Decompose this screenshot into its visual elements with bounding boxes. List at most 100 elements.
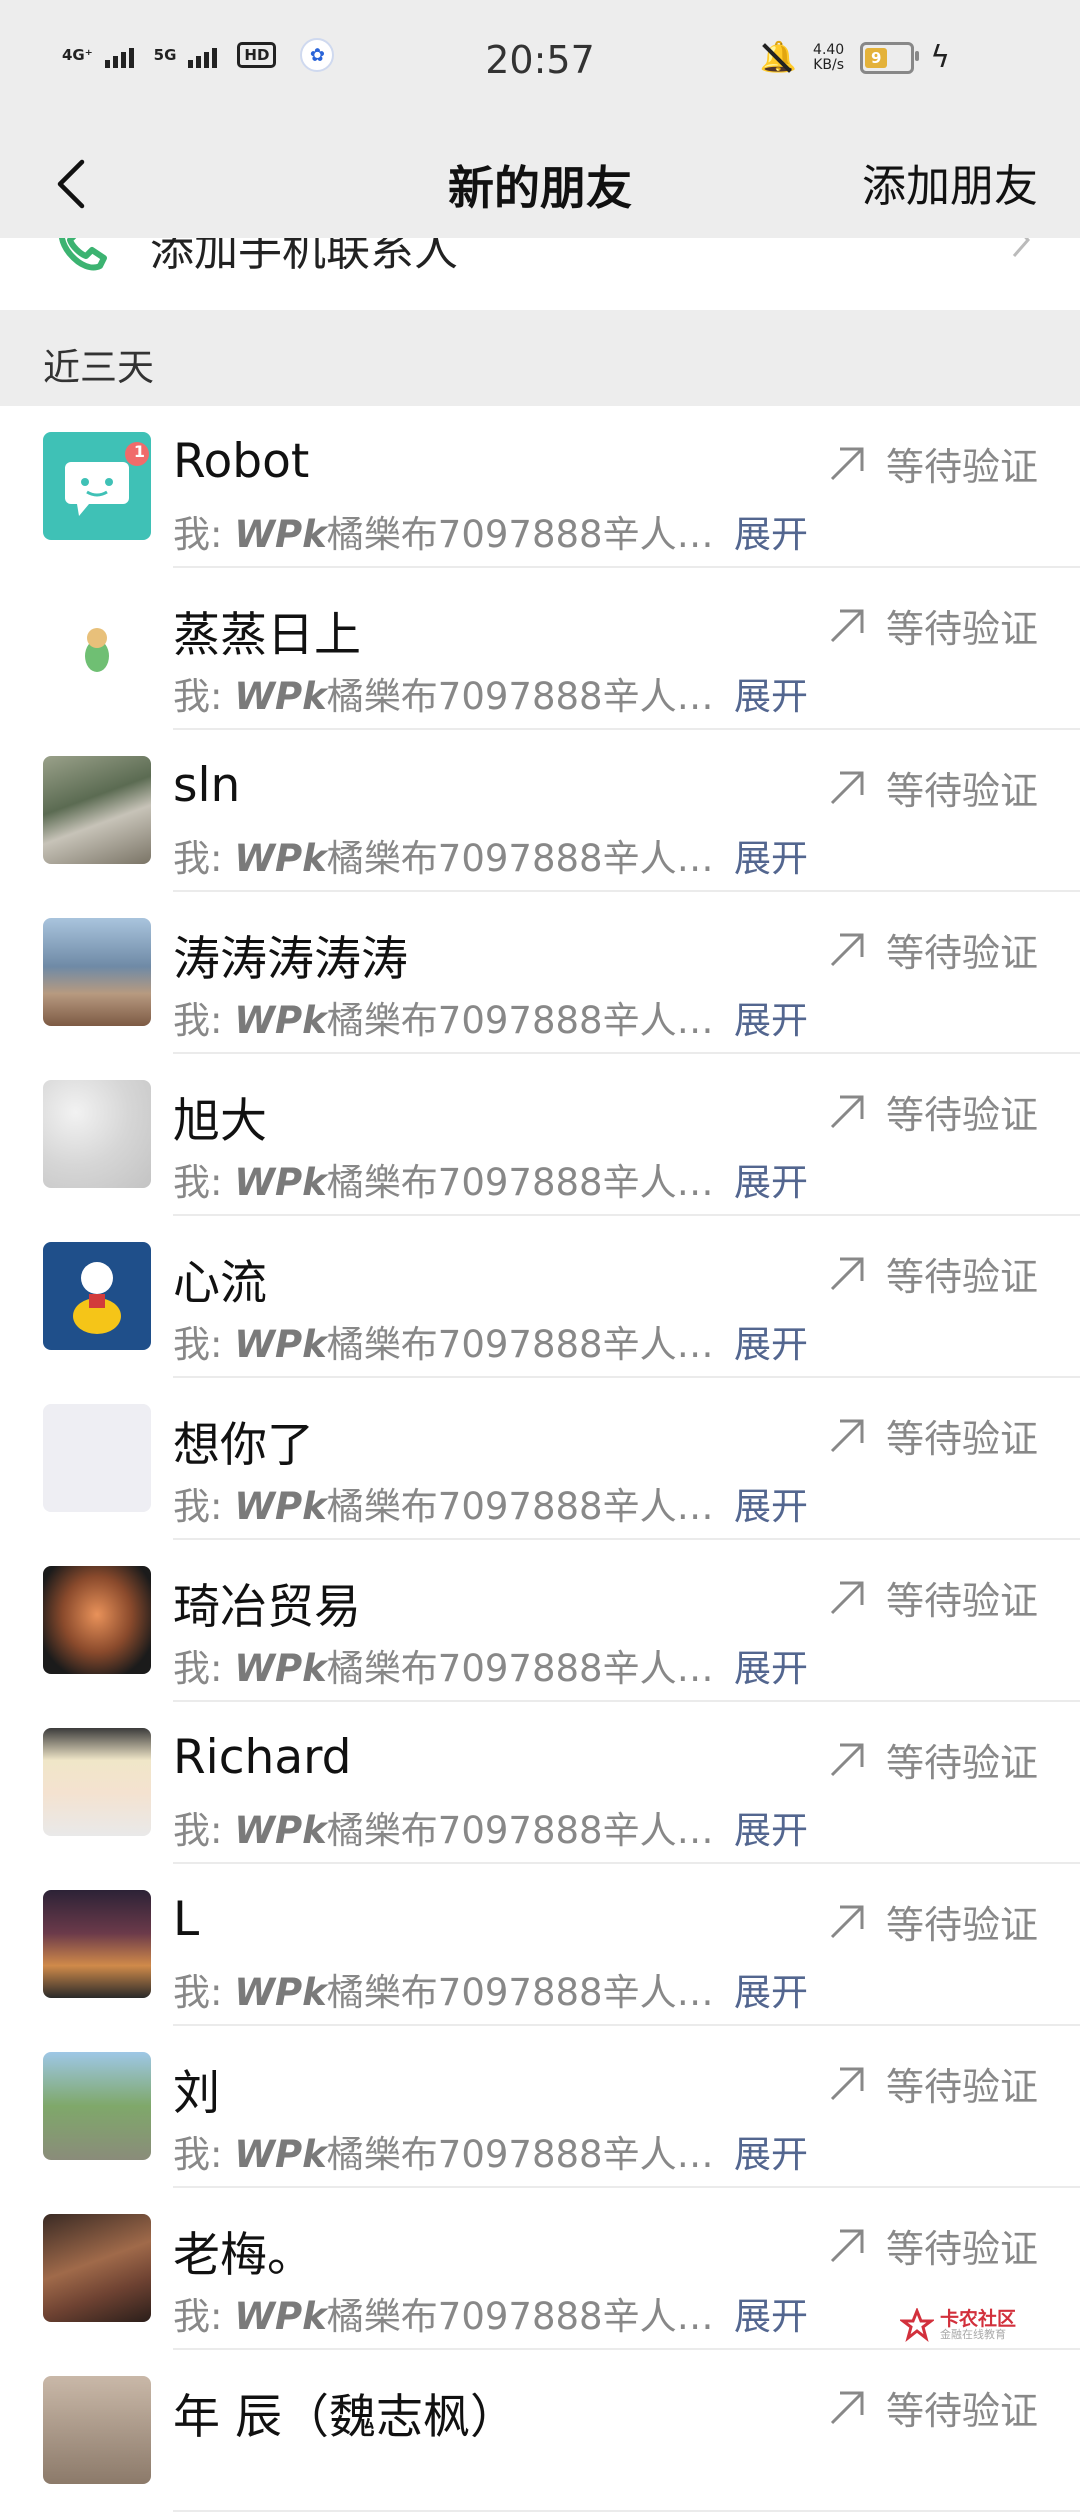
expand-link[interactable]: 展开: [734, 666, 808, 720]
contact-name: 蒸蒸日上: [173, 608, 361, 663]
add-friend-button[interactable]: 添加朋友: [862, 150, 1038, 214]
status-label: 等待验证: [885, 931, 1038, 975]
request-status: 等待验证: [828, 436, 1038, 491]
greeting-message: 我: WPk橘樂布7097888辛人…: [173, 837, 714, 880]
status-icons-right: 🔔 4.40 KB/s 9 ϟ: [760, 40, 950, 75]
phone-icon: [58, 238, 107, 271]
status-label: 等待验证: [885, 2227, 1038, 2271]
expand-link[interactable]: 展开: [734, 1962, 808, 2016]
friend-request-row[interactable]: 心流 我: WPk橘樂布7097888辛人… 展开 等待验证: [0, 1216, 1080, 1378]
greeting-message: 我: WPk橘樂布7097888辛人…: [173, 999, 714, 1042]
friend-request-row[interactable]: sln 我: WPk橘樂布7097888辛人… 展开 等待验证: [0, 730, 1080, 892]
avatar[interactable]: [43, 1728, 151, 1836]
status-label: 等待验证: [885, 445, 1038, 489]
arrow-up-right-icon: [830, 933, 864, 966]
watermark: 卡农社区 金融在线教育: [900, 2308, 1016, 2342]
friend-request-row[interactable]: L 我: WPk橘樂布7097888辛人… 展开 等待验证: [0, 1864, 1080, 2026]
contact-name: 心流: [173, 1256, 267, 1311]
avatar[interactable]: [43, 2214, 151, 2322]
contact-name: 年 辰（魏志枫）: [173, 2390, 517, 2445]
greeting-message: 我: WPk橘樂布7097888辛人…: [173, 2133, 714, 2176]
contact-name: 老梅。: [173, 2228, 314, 2283]
request-status: 等待验证: [828, 2218, 1038, 2273]
contact-name: 想你了: [173, 1418, 314, 1473]
expand-link[interactable]: 展开: [734, 1800, 808, 1854]
greeting-message: 我: WPk橘樂布7097888辛人…: [173, 1971, 714, 2014]
watermark-title: 卡农社区: [940, 2308, 1017, 2330]
expand-link[interactable]: 展开: [734, 504, 808, 558]
arrow-up-right-icon: [830, 1419, 864, 1452]
arrow-up-right-icon: [830, 447, 864, 480]
mute-bell-icon: 🔔: [759, 40, 798, 75]
expand-link[interactable]: 展开: [734, 2124, 808, 2178]
friend-request-row[interactable]: Richard 我: WPk橘樂布7097888辛人… 展开 等待验证: [0, 1702, 1080, 1864]
request-status: 等待验证: [828, 1894, 1038, 1949]
duck-cartoon-icon: [73, 1262, 121, 1334]
greeting-message: 我: WPk橘樂布7097888辛人…: [173, 1323, 714, 1366]
battery-icon: 9: [860, 41, 920, 74]
friend-request-row[interactable]: 1 Robot 我: WPk橘樂布7097888辛人… 展开 等待验证: [0, 406, 1080, 568]
net-speed-unit: KB/s: [813, 56, 845, 73]
status-label: 等待验证: [885, 1741, 1038, 1785]
avatar[interactable]: [43, 1242, 151, 1350]
status-label: 等待验证: [885, 1093, 1038, 1137]
arrow-up-right-icon: [830, 1743, 864, 1776]
expand-link[interactable]: 展开: [734, 1314, 808, 1368]
avatar[interactable]: [43, 2376, 151, 2484]
avatar[interactable]: [43, 594, 151, 702]
friend-request-row[interactable]: 刘 我: WPk橘樂布7097888辛人… 展开 等待验证: [0, 2026, 1080, 2188]
friend-request-row[interactable]: 涛涛涛涛涛 我: WPk橘樂布7097888辛人… 展开 等待验证: [0, 892, 1080, 1054]
arrow-up-right-icon: [830, 2391, 864, 2424]
expand-link[interactable]: 展开: [734, 990, 808, 1044]
greeting-message: 我: WPk橘樂布7097888辛人…: [173, 1809, 714, 1852]
contact-name: sln: [173, 758, 241, 813]
avatar[interactable]: [43, 2052, 151, 2160]
avatar[interactable]: [43, 918, 151, 1026]
avatar[interactable]: [43, 1566, 151, 1674]
contact-name: L: [173, 1892, 200, 1947]
avatar[interactable]: [43, 756, 151, 864]
section-header-recent: 近三天: [0, 310, 1080, 406]
friend-request-list: 1 Robot 我: WPk橘樂布7097888辛人… 展开 等待验证 蒸蒸日上…: [0, 406, 1080, 2512]
expand-link[interactable]: 展开: [734, 1476, 808, 1530]
request-status: 等待验证: [828, 1570, 1038, 1625]
arrow-up-right-icon: [830, 771, 864, 804]
contact-name: 琦冶贸易: [173, 1580, 361, 1635]
net-speed-value: 4.40: [813, 41, 845, 58]
status-label: 等待验证: [885, 1255, 1038, 1299]
expand-link[interactable]: 展开: [734, 1638, 808, 1692]
status-label: 等待验证: [885, 1903, 1038, 1947]
friend-request-row[interactable]: 想你了 我: WPk橘樂布7097888辛人… 展开 等待验证: [0, 1378, 1080, 1540]
watermark-logo-icon: [900, 2308, 934, 2342]
add-phone-contacts-row[interactable]: 添加手机联系人: [0, 238, 1080, 310]
avatar[interactable]: [43, 1890, 151, 1998]
status-label: 等待验证: [885, 2389, 1038, 2433]
net-speed: 4.40 KB/s: [813, 41, 845, 73]
arrow-up-right-icon: [830, 1257, 864, 1290]
nav-bar: 新的朋友 添加朋友: [0, 128, 1080, 238]
request-status: 等待验证: [828, 2380, 1038, 2435]
battery-level: 9: [865, 47, 888, 68]
status-label: 等待验证: [885, 1417, 1038, 1461]
avatar[interactable]: [43, 1080, 151, 1188]
arrow-up-right-icon: [830, 2229, 864, 2262]
avatar[interactable]: [43, 1404, 151, 1512]
friend-request-row[interactable]: 琦冶贸易 我: WPk橘樂布7097888辛人… 展开 等待验证: [0, 1540, 1080, 1702]
arrow-up-right-icon: [830, 609, 864, 642]
arrow-up-right-icon: [830, 1095, 864, 1128]
greeting-message: 我: WPk橘樂布7097888辛人…: [173, 1161, 714, 1204]
status-label: 等待验证: [885, 769, 1038, 813]
expand-link[interactable]: 展开: [734, 1152, 808, 1206]
arrow-up-right-icon: [830, 1905, 864, 1938]
charging-bolt-icon: ϟ: [930, 40, 950, 75]
status-label: 等待验证: [885, 1579, 1038, 1623]
expand-link[interactable]: 展开: [734, 828, 808, 882]
friend-request-row[interactable]: 旭大 我: WPk橘樂布7097888辛人… 展开 等待验证: [0, 1054, 1080, 1216]
greeting-message: 我: WPk橘樂布7097888辛人…: [173, 1485, 714, 1528]
friend-request-row[interactable]: 年 辰（魏志枫） 等待验证: [0, 2350, 1080, 2512]
cartoon-avatar-icon: [85, 628, 109, 672]
avatar[interactable]: 1: [43, 432, 151, 540]
expand-link[interactable]: 展开: [734, 2286, 808, 2340]
request-status: 等待验证: [828, 760, 1038, 815]
friend-request-row[interactable]: 蒸蒸日上 我: WPk橘樂布7097888辛人… 展开 等待验证: [0, 568, 1080, 730]
